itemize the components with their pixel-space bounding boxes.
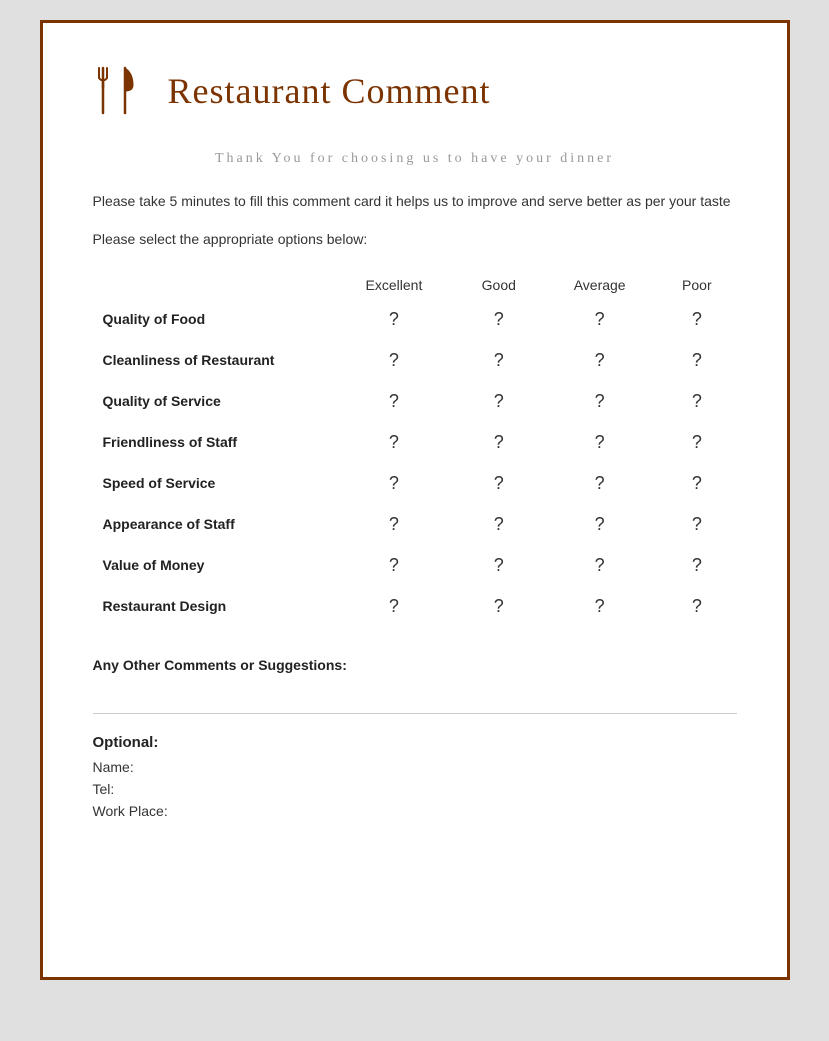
row-label: Quality of Service (93, 381, 333, 422)
row-label: Appearance of Staff (93, 504, 333, 545)
divider (93, 713, 737, 714)
rating-cell-6-0[interactable]: ? (333, 545, 456, 586)
rating-cell-6-2[interactable]: ? (542, 545, 657, 586)
table-row: Quality of Service???? (93, 381, 737, 422)
rating-cell-4-1[interactable]: ? (455, 463, 542, 504)
rating-cell-0-1[interactable]: ? (455, 299, 542, 340)
rating-cell-4-0[interactable]: ? (333, 463, 456, 504)
ratings-table: Excellent Good Average Poor Quality of F… (93, 271, 737, 627)
table-row: Value of Money???? (93, 545, 737, 586)
rating-cell-7-1[interactable]: ? (455, 586, 542, 627)
thank-you-text: Thank You for choosing us to have your d… (93, 148, 737, 170)
row-label: Restaurant Design (93, 586, 333, 627)
comments-label: Any Other Comments or Suggestions: (93, 657, 737, 673)
rating-cell-6-3[interactable]: ? (657, 545, 736, 586)
rating-cell-2-1[interactable]: ? (455, 381, 542, 422)
rating-cell-0-0[interactable]: ? (333, 299, 456, 340)
col-header-poor: Poor (657, 271, 736, 299)
row-label: Value of Money (93, 545, 333, 586)
rating-cell-1-1[interactable]: ? (455, 340, 542, 381)
rating-cell-5-2[interactable]: ? (542, 504, 657, 545)
restaurant-icon (93, 63, 148, 118)
page-title: Restaurant Comment (168, 70, 491, 112)
rating-cell-3-0[interactable]: ? (333, 422, 456, 463)
optional-label: Optional: (93, 734, 737, 751)
table-row: Quality of Food???? (93, 299, 737, 340)
rating-cell-0-2[interactable]: ? (542, 299, 657, 340)
description-text: Please take 5 minutes to fill this comme… (93, 190, 737, 212)
rating-cell-7-0[interactable]: ? (333, 586, 456, 627)
rating-cell-3-3[interactable]: ? (657, 422, 736, 463)
comment-card: Restaurant Comment Thank You for choosin… (40, 20, 790, 980)
rating-cell-2-3[interactable]: ? (657, 381, 736, 422)
table-header-row: Excellent Good Average Poor (93, 271, 737, 299)
row-label: Friendliness of Staff (93, 422, 333, 463)
instruction-text: Please select the appropriate options be… (93, 231, 737, 247)
row-label: Cleanliness of Restaurant (93, 340, 333, 381)
rating-cell-4-2[interactable]: ? (542, 463, 657, 504)
rating-cell-7-3[interactable]: ? (657, 586, 736, 627)
rating-cell-5-3[interactable]: ? (657, 504, 736, 545)
col-header-category (93, 271, 333, 299)
rating-cell-2-0[interactable]: ? (333, 381, 456, 422)
rating-cell-3-1[interactable]: ? (455, 422, 542, 463)
optional-section: Optional: Name: Tel: Work Place: (93, 734, 737, 819)
table-row: Speed of Service???? (93, 463, 737, 504)
col-header-average: Average (542, 271, 657, 299)
optional-field: Work Place: (93, 803, 737, 819)
rating-cell-1-3[interactable]: ? (657, 340, 736, 381)
table-row: Cleanliness of Restaurant???? (93, 340, 737, 381)
row-label: Quality of Food (93, 299, 333, 340)
rating-cell-0-3[interactable]: ? (657, 299, 736, 340)
rating-cell-1-2[interactable]: ? (542, 340, 657, 381)
rating-cell-2-2[interactable]: ? (542, 381, 657, 422)
optional-field: Name: (93, 759, 737, 775)
row-label: Speed of Service (93, 463, 333, 504)
optional-field: Tel: (93, 781, 737, 797)
header: Restaurant Comment (93, 63, 737, 118)
col-header-good: Good (455, 271, 542, 299)
optional-fields: Name: Tel: Work Place: (93, 759, 737, 819)
table-row: Appearance of Staff???? (93, 504, 737, 545)
rating-cell-6-1[interactable]: ? (455, 545, 542, 586)
rating-cell-7-2[interactable]: ? (542, 586, 657, 627)
rating-cell-5-0[interactable]: ? (333, 504, 456, 545)
rating-cell-1-0[interactable]: ? (333, 340, 456, 381)
table-row: Restaurant Design???? (93, 586, 737, 627)
table-row: Friendliness of Staff???? (93, 422, 737, 463)
rating-cell-5-1[interactable]: ? (455, 504, 542, 545)
rating-cell-3-2[interactable]: ? (542, 422, 657, 463)
rating-cell-4-3[interactable]: ? (657, 463, 736, 504)
col-header-excellent: Excellent (333, 271, 456, 299)
